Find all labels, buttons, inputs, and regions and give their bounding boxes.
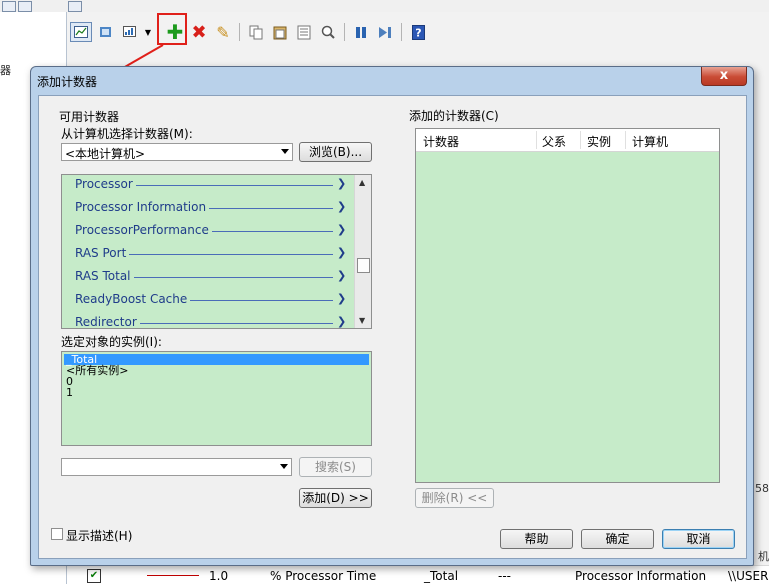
list-item-label: Processor Information xyxy=(75,200,210,214)
column-header-parent[interactable]: 父系 xyxy=(542,133,566,150)
remove-button[interactable]: 删除(R) << xyxy=(415,488,494,508)
list-item[interactable]: Redirector ❯ xyxy=(75,313,346,328)
column-header-instance[interactable]: 实例 xyxy=(587,133,611,150)
chevron-down-icon xyxy=(280,464,288,469)
search-combo[interactable] xyxy=(61,458,292,476)
available-objects-list[interactable]: Processor ❯ Processor Information ❯ Proc… xyxy=(61,174,372,329)
add-counters-dialog: 添加计数器 x 可用计数器 从计算机选择计数器(M): <本地计算机> 浏览(B… xyxy=(30,66,754,566)
cancel-button[interactable]: 取消 xyxy=(662,529,735,549)
scroll-up-icon[interactable]: ▲ xyxy=(359,178,365,187)
add-button[interactable]: 添加(D) >> xyxy=(299,488,372,508)
select-from-computer-label: 从计算机选择计数器(M): xyxy=(61,127,193,141)
browse-button[interactable]: 浏览(B)... xyxy=(299,142,372,162)
expand-chevron-icon[interactable]: ❯ xyxy=(337,246,346,259)
list-item[interactable]: ReadyBoost Cache ❯ xyxy=(75,290,346,310)
expand-chevron-icon[interactable]: ❯ xyxy=(337,269,346,282)
objects-scrollbar[interactable]: ▲ ▼ xyxy=(354,175,371,328)
computer-combo[interactable]: <本地计算机> xyxy=(61,143,293,161)
expand-chevron-icon[interactable]: ❯ xyxy=(337,315,346,328)
column-divider xyxy=(625,131,626,149)
list-item-label: ProcessorPerformance xyxy=(75,223,212,237)
list-item[interactable]: Processor ❯ xyxy=(75,175,346,195)
added-counters-label: 添加的计数器(C) xyxy=(409,109,499,123)
column-divider xyxy=(580,131,581,149)
available-counters-label: 可用计数器 xyxy=(59,110,120,124)
show-description-label: 显示描述(H) xyxy=(66,529,133,543)
chevron-down-icon xyxy=(281,149,289,154)
scrollbar-thumb[interactable] xyxy=(357,258,370,273)
dialog-client-area: 可用计数器 从计算机选择计数器(M): <本地计算机> 浏览(B)... Pro… xyxy=(38,95,747,559)
instances-list[interactable]: _Total <所有实例> 0 1 xyxy=(61,351,372,446)
added-counters-header: 计数器 父系 实例 计算机 xyxy=(416,129,719,152)
list-item-label: RAS Port xyxy=(75,246,130,260)
column-divider xyxy=(536,131,537,149)
list-item[interactable]: ProcessorPerformance ❯ xyxy=(75,221,346,241)
close-button[interactable]: x xyxy=(701,67,747,86)
computer-combo-value: <本地计算机> xyxy=(65,147,146,161)
list-item[interactable]: Processor Information ❯ xyxy=(75,198,346,218)
column-header-computer[interactable]: 计算机 xyxy=(632,133,668,150)
instance-item[interactable]: 1 xyxy=(64,387,73,398)
list-item-label: RAS Total xyxy=(75,269,134,283)
help-button[interactable]: 帮助 xyxy=(500,529,573,549)
expand-chevron-icon[interactable]: ❯ xyxy=(337,223,346,236)
scroll-down-icon[interactable]: ▼ xyxy=(359,316,365,325)
ok-button[interactable]: 确定 xyxy=(581,529,654,549)
list-item[interactable]: RAS Port ❯ xyxy=(75,244,346,264)
search-button[interactable]: 搜索(S) xyxy=(299,457,372,477)
column-header-counter[interactable]: 计数器 xyxy=(423,133,459,150)
dialog-title: 添加计数器 xyxy=(37,75,98,89)
instances-label: 选定对象的实例(I): xyxy=(61,335,162,349)
list-item-label: Processor xyxy=(75,177,136,191)
added-counters-list[interactable]: 计数器 父系 实例 计算机 xyxy=(415,128,720,483)
list-item-label: Redirector xyxy=(75,315,140,328)
instance-item[interactable]: <所有实例> xyxy=(64,365,128,376)
expand-chevron-icon[interactable]: ❯ xyxy=(337,200,346,213)
list-item-label: ReadyBoost Cache xyxy=(75,292,191,306)
show-description-checkbox[interactable] xyxy=(51,528,63,540)
list-item[interactable]: RAS Total ❯ xyxy=(75,267,346,287)
expand-chevron-icon[interactable]: ❯ xyxy=(337,292,346,305)
expand-chevron-icon[interactable]: ❯ xyxy=(337,177,346,190)
